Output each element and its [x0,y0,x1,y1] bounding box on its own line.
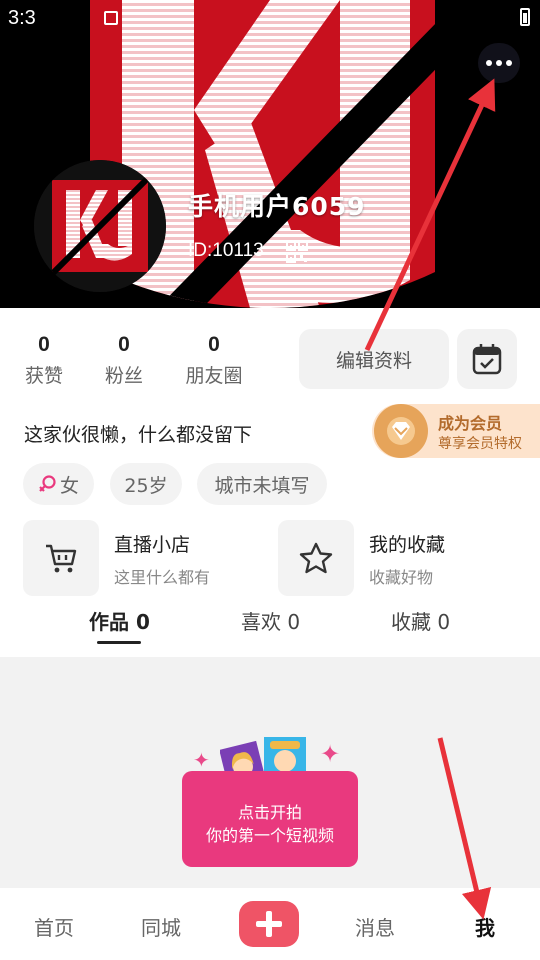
stat-moments[interactable]: 0 朋友圈 [179,333,249,388]
tab-works[interactable]: 作品 0 [89,606,150,635]
sparkle-icon: ✦ [193,748,210,772]
avatar[interactable] [34,160,166,292]
profile-cover[interactable]: 3:3 手机用户6059 ID:10113 [0,0,540,308]
avatar-image [34,160,166,292]
female-icon [39,475,56,492]
shortcut-desc: 这里什么都有 [114,568,211,587]
cta-line-2: 你的第一个短视频 [205,826,334,845]
nav-me[interactable]: 我 [475,912,495,941]
cart-icon [46,544,77,573]
age-tag: 25岁 [110,463,182,505]
shortcut-icon-box [278,520,354,596]
stat-value: 0 [118,333,130,356]
diamond-icon [387,417,415,445]
stat-value: 0 [208,333,220,356]
plus-icon [256,911,282,937]
create-button[interactable] [239,901,299,947]
gender-label: 女 [59,474,79,497]
city-tag: 城市未填写 [197,463,327,505]
battery-icon [520,8,530,26]
edit-profile-button[interactable]: 编辑资料 [299,329,449,389]
gender-tag: 女 [23,463,94,505]
more-horizontal-icon [486,60,492,66]
notification-app-icon [104,11,118,25]
vip-badge [374,404,428,458]
stat-label: 粉丝 [104,365,143,387]
active-tab-indicator [97,641,141,644]
sparkle-icon: ✦ [320,740,341,768]
start-shooting-button[interactable]: 点击开拍 你的第一个短视频 [182,771,358,867]
tab-favorites[interactable]: 收藏 0 [391,606,450,635]
stat-likes[interactable]: 0 获赞 [9,333,79,388]
shortcut-title: 直播小店 [114,534,191,556]
qr-code-icon[interactable] [286,241,308,263]
stat-fans[interactable]: 0 粉丝 [89,333,159,388]
calendar-button[interactable] [457,329,517,389]
nav-nearby[interactable]: 同城 [141,912,181,941]
shortcut-title: 我的收藏 [369,534,446,556]
nav-home[interactable]: 首页 [34,912,74,941]
live-shop-shortcut[interactable]: 直播小店 这里什么都有 [23,520,263,596]
shortcut-desc: 收藏好物 [369,568,434,587]
nav-messages[interactable]: 消息 [355,912,395,941]
become-vip-banner[interactable]: 成为会员 尊享会员特权 [372,404,540,458]
shortcut-icon-box [23,520,99,596]
bio-text: 这家伙很懒，什么都没留下 [24,424,253,446]
my-favorites-shortcut[interactable]: 我的收藏 收藏好物 [278,520,518,596]
status-bar: 3:3 [0,0,540,34]
more-options-button[interactable] [478,43,520,83]
bottom-nav: 首页 同城 消息 我 [0,888,540,960]
calendar-check-icon [472,344,502,375]
stat-value: 0 [38,333,50,356]
user-id: ID:10113 [188,240,264,261]
vip-title: 成为会员 [438,414,503,433]
stat-label: 获赞 [24,365,63,387]
username: 手机用户6059 [188,192,366,221]
stat-label: 朋友圈 [185,365,243,387]
cta-line-1: 点击开拍 [237,803,302,822]
tab-likes[interactable]: 喜欢 0 [241,606,300,635]
vip-subtitle: 尊享会员特权 [438,436,522,452]
status-time: 3:3 [8,7,36,29]
star-icon [299,542,333,574]
